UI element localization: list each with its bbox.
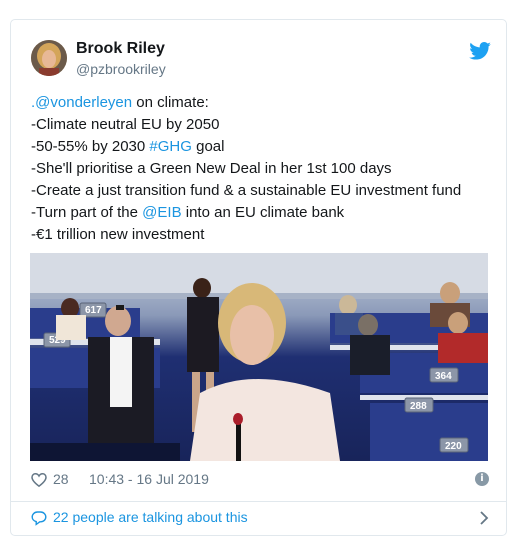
seat-number: 617 (85, 305, 102, 316)
tweet-card[interactable]: Brook Riley @pzbrookriley .@vonderleyen … (10, 19, 507, 536)
tweet-text: .@vonderleyen on climate: -Climate neutr… (31, 92, 491, 246)
tweet-photo[interactable]: 617 529 364 288 220 (30, 253, 488, 461)
tweet-line: -50-55% by 2030 #GHG goal (31, 138, 225, 155)
divider (11, 501, 506, 502)
like-count[interactable]: 28 (53, 471, 69, 487)
tweet-line: -Climate neutral EU by 2050 (31, 116, 220, 133)
avatar[interactable] (31, 40, 67, 76)
author-name[interactable]: Brook Riley (76, 40, 165, 58)
tweet-line: -€1 trillion new investment (31, 226, 205, 243)
tweet-line: -She'll prioritise a Green New Deal in h… (31, 160, 392, 177)
tweet-timestamp[interactable]: 10:43 - 16 Jul 2019 (89, 471, 209, 487)
author-handle[interactable]: @pzbrookriley (76, 61, 166, 77)
hashtag-link[interactable]: #GHG (149, 138, 192, 155)
heart-icon[interactable] (31, 472, 47, 488)
speech-bubble-icon (31, 511, 47, 526)
seat-number: 220 (445, 441, 462, 452)
tweet-footer: 28 10:43 - 16 Jul 2019 i (31, 470, 491, 492)
seat-number: 364 (435, 371, 452, 382)
info-icon[interactable]: i (475, 472, 489, 486)
tweet-line: -Create a just transition fund & a susta… (31, 182, 462, 199)
mention-link[interactable]: .@vonderleyen (31, 94, 132, 111)
tweet-line: -Turn part of the @EIB into an EU climat… (31, 204, 345, 221)
mention-link[interactable]: @EIB (142, 204, 181, 221)
talking-label: 22 people are talking about this (53, 509, 248, 525)
conversation-link[interactable]: 22 people are talking about this (31, 508, 491, 530)
chevron-right-icon (480, 511, 489, 525)
seat-number: 288 (410, 401, 427, 412)
tweet-line: .@vonderleyen on climate: (31, 94, 209, 111)
twitter-bird-icon[interactable] (469, 42, 491, 60)
tweet-header: Brook Riley @pzbrookriley (31, 38, 491, 83)
